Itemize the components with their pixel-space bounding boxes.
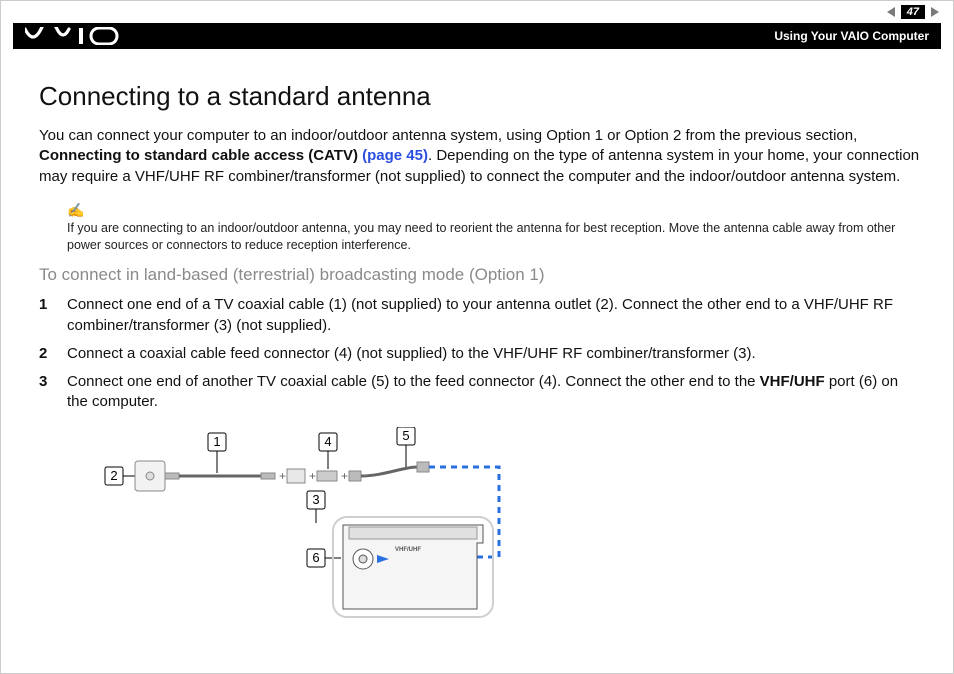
section-label: Using Your VAIO Computer — [774, 29, 929, 43]
intro-bold: Connecting to standard cable access (CAT… — [39, 147, 362, 164]
computer-corner-icon: VHF/UHF — [343, 525, 483, 609]
vaio-logo-icon — [25, 27, 121, 45]
page-nav: 47 — [887, 5, 939, 19]
manual-page: 47 Using Your VAIO Computer Connecting t… — [0, 0, 954, 674]
connection-diagram: 1 4 5 2 3 6 — [73, 427, 923, 632]
step-2: 2 Connect a coaxial cable feed connector… — [39, 344, 923, 364]
page-number: 47 — [901, 5, 925, 19]
page-45-link[interactable]: (page 45) — [362, 147, 428, 164]
page-title: Connecting to a standard antenna — [39, 81, 923, 112]
intro-text-1: You can connect your computer to an indo… — [39, 127, 857, 144]
step-number: 2 — [39, 344, 53, 364]
subheading: To connect in land-based (terrestrial) b… — [39, 265, 923, 285]
header-bar: Using Your VAIO Computer — [13, 23, 941, 49]
note-text: If you are connecting to an indoor/outdo… — [67, 221, 895, 252]
coax-cable-1-icon — [165, 473, 275, 479]
step-3: 3 Connect one end of another TV coaxial … — [39, 372, 923, 413]
step-number: 3 — [39, 372, 53, 413]
antenna-outlet-icon — [135, 461, 165, 491]
step-text: Connect one end of a TV coaxial cable (1… — [67, 295, 923, 336]
intro-paragraph: You can connect your computer to an indo… — [39, 126, 923, 187]
step-text: Connect one end of another TV coaxial ca… — [67, 372, 923, 413]
step-number: 1 — [39, 295, 53, 336]
step-1: 1 Connect one end of a TV coaxial cable … — [39, 295, 923, 336]
combiner-transformer-icon — [287, 469, 305, 483]
prev-page-icon[interactable] — [887, 7, 895, 17]
coax-cable-5-icon — [349, 462, 429, 481]
diagram-label-1: 1 — [213, 434, 220, 449]
plus-icon: + — [309, 469, 316, 483]
plus-icon: + — [341, 469, 348, 483]
diagram-label-5: 5 — [402, 428, 409, 443]
vhf-uhf-port-label: VHF/UHF — [395, 547, 421, 553]
steps-list: 1 Connect one end of a TV coaxial cable … — [39, 295, 923, 412]
pen-icon: ✍ — [67, 201, 923, 220]
page-content: Connecting to a standard antenna You can… — [39, 81, 923, 632]
feed-connector-icon — [317, 471, 337, 481]
diagram-label-2: 2 — [110, 468, 117, 483]
diagram-label-4: 4 — [324, 434, 331, 449]
next-page-icon[interactable] — [931, 7, 939, 17]
diagram-label-6: 6 — [312, 550, 319, 565]
note-block: ✍ If you are connecting to an indoor/out… — [67, 201, 923, 254]
plus-icon: + — [279, 469, 286, 483]
step-text: Connect a coaxial cable feed connector (… — [67, 344, 756, 364]
diagram-label-3: 3 — [312, 492, 319, 507]
